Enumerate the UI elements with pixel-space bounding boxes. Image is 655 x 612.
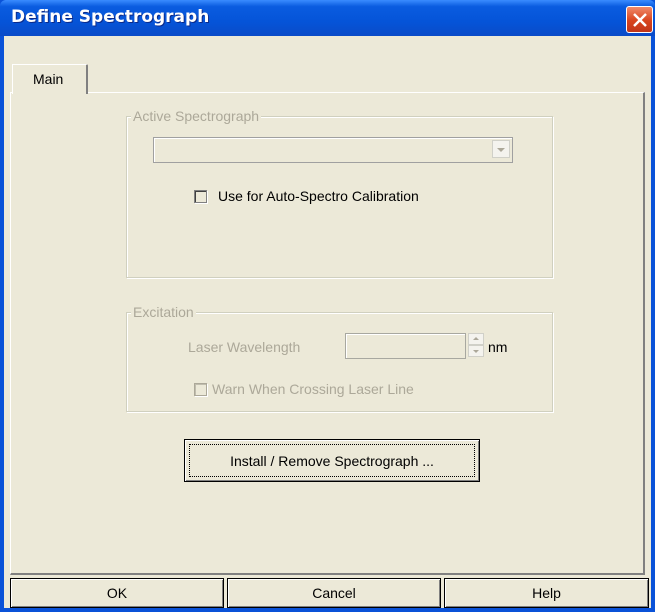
spin-up-icon[interactable] [468,333,484,345]
laser-wavelength-unit: nm [488,339,508,355]
laser-wavelength-spinner[interactable] [464,333,484,359]
install-remove-spectrograph-button[interactable]: Install / Remove Spectrograph ... [184,439,480,482]
active-spectrograph-legend: Active Spectrograph [131,108,262,124]
auto-spectro-calibration-checkbox[interactable] [194,190,207,203]
laser-wavelength-label: Laser Wavelength [188,339,301,355]
chevron-down-icon[interactable] [492,140,510,158]
help-label: Help [532,585,561,601]
warn-laser-line-checkbox[interactable] [194,383,207,396]
spin-down-icon[interactable] [468,345,484,357]
close-icon [633,13,647,27]
ok-label: OK [106,585,128,601]
title-bar[interactable]: Define Spectrograph [0,0,655,36]
window-title: Define Spectrograph [11,7,210,27]
cancel-button[interactable]: Cancel [227,578,441,608]
warn-laser-line-label: Warn When Crossing Laser Line [212,381,414,397]
auto-spectro-calibration-label: Use for Auto-Spectro Calibration [218,188,419,204]
help-button[interactable]: Help [444,578,649,608]
tab-main[interactable]: Main [12,64,88,94]
laser-wavelength-input[interactable] [345,333,466,359]
ok-button[interactable]: OK [10,578,224,608]
dialog-window: Define Spectrograph Main Active Spectrog… [0,0,655,612]
excitation-group: Excitation [126,304,553,412]
close-button[interactable] [626,6,653,33]
excitation-legend: Excitation [131,304,196,320]
cancel-label: Cancel [312,585,356,601]
spectrograph-select[interactable] [153,137,513,163]
tab-main-label: Main [33,71,64,87]
focus-rectangle [189,444,475,477]
